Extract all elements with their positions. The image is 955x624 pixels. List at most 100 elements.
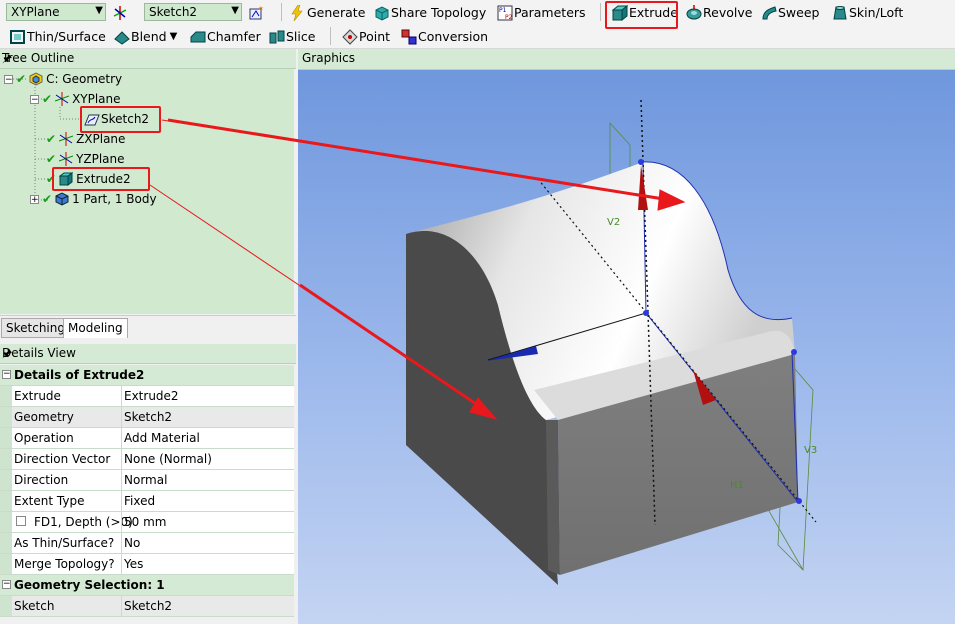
chamfer-button[interactable]: Chamfer	[190, 27, 261, 45]
property-name: Sketch	[14, 599, 55, 613]
property-value: Sketch2	[124, 410, 173, 424]
property-value: Extrude2	[124, 389, 179, 403]
svg-text:P1: P1	[499, 7, 507, 14]
skin-loft-button[interactable]: Skin/Loft	[832, 3, 903, 21]
share-topology-icon	[374, 5, 389, 21]
tree-node-yzplane[interactable]: ✔ YZPlane	[46, 150, 125, 168]
property-name: Extent Type	[14, 494, 85, 508]
blend-icon	[114, 29, 130, 45]
details-row[interactable]: Merge Topology? Yes	[0, 554, 294, 575]
dimension-h1[interactable]: H1	[730, 480, 744, 491]
generate-button[interactable]: Generate	[290, 3, 365, 21]
plane-axes-icon	[55, 92, 70, 106]
details-row[interactable]: Sketch Sketch2	[0, 596, 294, 617]
new-sketch-button[interactable]: ✶	[249, 3, 264, 21]
property-value: No	[124, 536, 141, 550]
row-gutter	[0, 386, 12, 406]
parameters-label: Parameters	[514, 4, 586, 20]
details-section-header[interactable]: − Details of Extrude2	[0, 365, 294, 386]
main-toolbar: XYPlane ▼ Sketch2 ▼ ✶ Generate Share Top…	[0, 0, 955, 25]
details-row[interactable]: FD1, Depth (>0) 50 mm	[0, 512, 294, 533]
tab-modeling[interactable]: Modeling	[63, 318, 128, 338]
sketch-select-value: Sketch2	[149, 5, 198, 19]
chamfer-label: Chamfer	[207, 28, 261, 44]
details-row[interactable]: Extrude Extrude2	[0, 386, 294, 407]
row-gutter	[0, 533, 12, 553]
chevron-down-icon: ▼	[95, 5, 103, 16]
expand-icon[interactable]: +	[30, 194, 39, 204]
value-cell[interactable]	[121, 554, 295, 574]
property-value: Normal	[124, 473, 168, 487]
revolve-button[interactable]: Revolve	[686, 3, 752, 21]
details-section-header[interactable]: − Geometry Selection: 1	[0, 575, 294, 596]
conversion-label: Conversion	[418, 28, 489, 44]
collapse-icon[interactable]: −	[2, 580, 11, 589]
collapse-icon[interactable]: −	[30, 94, 39, 104]
value-cell[interactable]	[121, 533, 295, 553]
tree-node-geometry[interactable]: − ✔ C: Geometry	[4, 70, 122, 88]
chevron-down-icon[interactable]: ▼	[170, 31, 178, 42]
geometry-icon	[29, 72, 43, 86]
sketch-select[interactable]: Sketch2 ▼	[144, 3, 242, 21]
dimension-v3[interactable]: V3	[804, 445, 817, 456]
property-value: Fixed	[124, 494, 156, 508]
property-value: Add Material	[124, 431, 200, 445]
details-row[interactable]: Operation Add Material	[0, 428, 294, 449]
graphics-header: Graphics	[298, 49, 955, 70]
point-icon	[342, 29, 358, 45]
blend-button[interactable]: Blend ▼	[114, 27, 177, 45]
tab-label: Modeling	[68, 321, 123, 335]
parameters-icon: P1 P2	[497, 5, 513, 21]
row-gutter	[0, 596, 12, 616]
3d-viewport[interactable]: V2 V3 H1	[298, 70, 955, 624]
details-row[interactable]: Direction Normal	[0, 470, 294, 491]
point-button[interactable]: Point	[342, 27, 390, 45]
pin-icon[interactable]: 🖈	[2, 345, 288, 364]
row-gutter	[0, 407, 12, 427]
thin-surface-button[interactable]: Thin/Surface	[10, 27, 106, 45]
tab-bar: Sketching Modeling	[0, 315, 296, 340]
dimension-v2[interactable]: V2	[607, 217, 620, 228]
details-view-header: Details View 🖈	[0, 344, 296, 364]
check-icon: ✔	[16, 72, 27, 86]
details-row[interactable]: Extent Type Fixed	[0, 491, 294, 512]
slice-label: Slice	[286, 28, 316, 44]
blend-label: Blend	[131, 28, 167, 44]
tab-sketching[interactable]: Sketching	[1, 318, 70, 338]
sweep-icon	[761, 5, 777, 20]
tree-node-label: XYPlane	[72, 92, 121, 106]
collapse-icon[interactable]: −	[2, 370, 11, 379]
property-value: None (Normal)	[124, 452, 212, 466]
pin-icon[interactable]: 🖈	[2, 50, 288, 69]
axis-plane-icon	[112, 5, 127, 20]
tree-node-label: C: Geometry	[46, 72, 123, 86]
body-icon	[55, 192, 69, 206]
share-topology-button[interactable]: Share Topology	[374, 3, 486, 21]
tree-node-parts[interactable]: + ✔ 1 Part, 1 Body	[30, 190, 157, 208]
section-title: Geometry Selection: 1	[14, 578, 165, 592]
tree-node-label: YZPlane	[76, 152, 125, 166]
conversion-button[interactable]: Conversion	[401, 27, 488, 45]
revolve-label: Revolve	[703, 4, 753, 20]
property-name: FD1, Depth (>0)	[34, 515, 133, 529]
parameters-button[interactable]: P1 P2 Parameters	[497, 3, 586, 21]
property-value: 50 mm	[124, 515, 167, 529]
slice-button[interactable]: Slice	[269, 27, 315, 45]
collapse-icon[interactable]: −	[4, 74, 13, 84]
details-row[interactable]: Geometry Sketch2	[0, 407, 294, 428]
toolbar-divider	[600, 3, 601, 21]
details-row[interactable]: As Thin/Surface? No	[0, 533, 294, 554]
details-row[interactable]: Direction Vector None (Normal)	[0, 449, 294, 470]
row-gutter	[0, 512, 12, 532]
sweep-button[interactable]: Sweep	[761, 3, 819, 21]
property-name: As Thin/Surface?	[14, 536, 115, 550]
sketch2-highlight	[80, 106, 161, 133]
plane-select[interactable]: XYPlane ▼	[6, 3, 106, 21]
model-canvas[interactable]: V2 V3 H1	[298, 70, 955, 624]
svg-text:P2: P2	[505, 14, 513, 21]
thin-surface-label: Thin/Surface	[27, 28, 106, 44]
lightning-icon	[290, 5, 304, 21]
parameter-checkbox[interactable]	[16, 516, 26, 526]
skin-loft-label: Skin/Loft	[849, 4, 904, 20]
new-plane-button[interactable]	[112, 3, 127, 21]
